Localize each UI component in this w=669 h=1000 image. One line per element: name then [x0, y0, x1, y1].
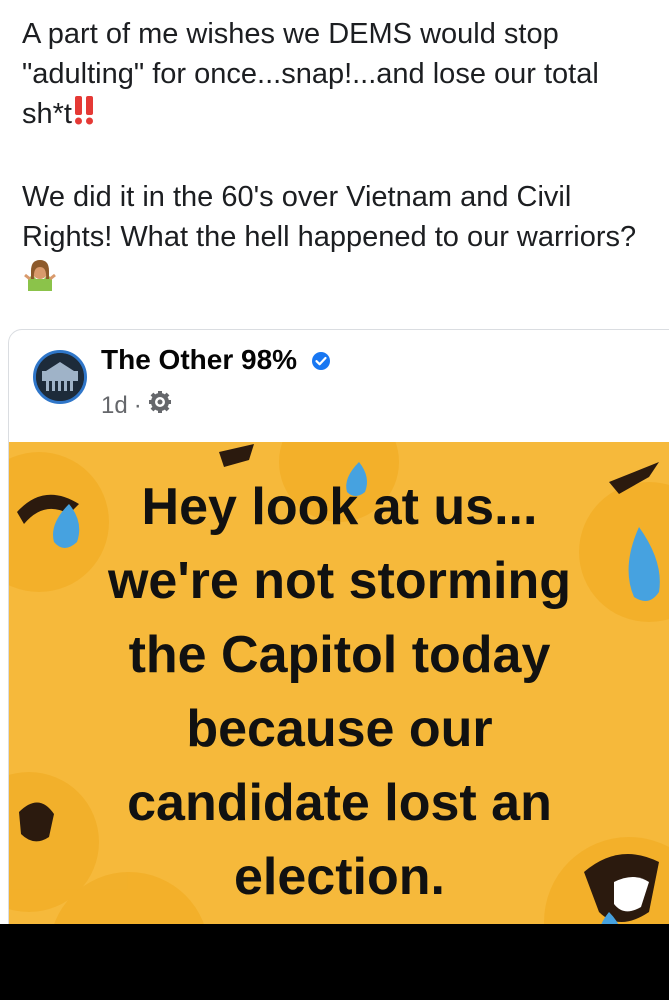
post-paragraph-2-text: We did it in the 60's over Vietnam and C…	[22, 181, 637, 253]
post-meta: 1d ·	[101, 390, 172, 421]
post-paragraph-1-text: A part of me wishes we DEMS would stop "…	[22, 18, 599, 131]
shared-post-header: The Other 98% 1d ·	[9, 330, 669, 442]
post-paragraph-2: We did it in the 60's over Vietnam and C…	[22, 177, 652, 304]
meme-line-6: election.	[234, 848, 445, 906]
meme-line-3: the Capitol today	[128, 626, 551, 684]
double-exclamation-icon	[72, 94, 96, 137]
gear-icon	[148, 390, 172, 421]
page-name-row[interactable]: The Other 98%	[101, 344, 331, 378]
post-text: A part of me wishes we DEMS would stop "…	[22, 14, 652, 304]
meme-line-1: Hey look at us...	[141, 478, 538, 536]
page-avatar[interactable]	[33, 350, 87, 404]
verified-badge-icon	[311, 346, 331, 378]
page-name[interactable]: The Other 98%	[101, 344, 297, 375]
meme-line-4: because our	[186, 700, 493, 758]
shared-post-card[interactable]: The Other 98% 1d · Hey look at us... we'…	[8, 329, 669, 971]
bottom-black-bar	[0, 924, 669, 1000]
meme-image[interactable]: Hey look at us... we're not storming the…	[9, 442, 669, 970]
post-time[interactable]: 1d	[101, 392, 128, 420]
meme-line-2: we're not storming	[107, 552, 572, 610]
post-paragraph-1: A part of me wishes we DEMS would stop "…	[22, 14, 652, 137]
person-shrugging-icon	[22, 257, 58, 304]
meme-caption: Hey look at us... we're not storming the…	[9, 470, 669, 914]
meta-separator: ·	[133, 391, 142, 419]
meme-line-5: candidate lost an	[127, 774, 552, 832]
